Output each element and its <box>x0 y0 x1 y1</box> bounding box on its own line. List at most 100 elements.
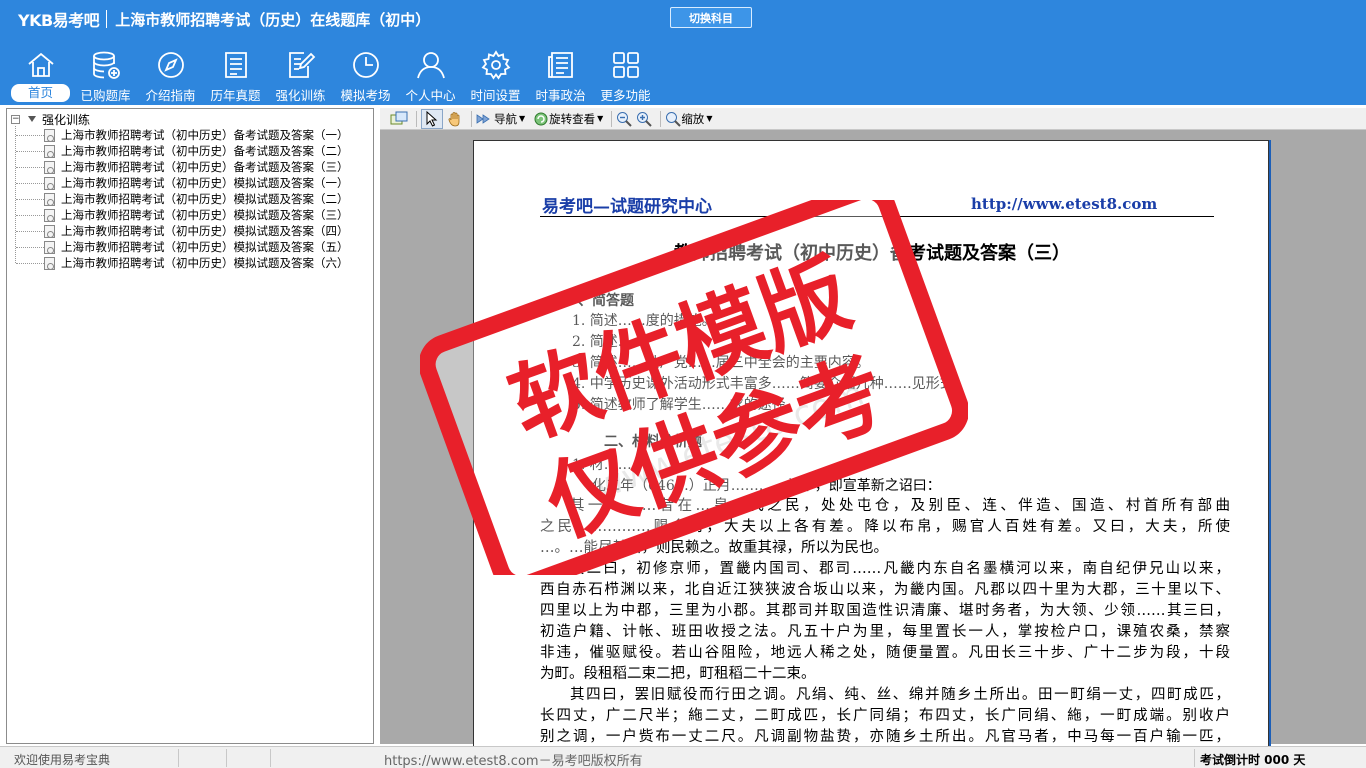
document-icon <box>44 192 55 206</box>
tree-root[interactable]: − 强化训练 <box>11 112 91 127</box>
hand-icon <box>448 111 460 126</box>
nav-past-papers[interactable]: 历年真题 <box>203 46 268 104</box>
document-icon <box>44 256 55 270</box>
document-icon <box>44 240 55 254</box>
nav-current-affairs[interactable]: 时事政治 <box>528 46 593 104</box>
tree-branch <box>16 246 44 248</box>
doc-header-rule <box>540 216 1214 217</box>
app-window: YKB易考吧 上海市教师招聘考试（历史）在线题库（初中） 切换科目 首页 已购题… <box>0 0 1366 768</box>
newspaper-icon <box>548 52 573 78</box>
tree-item-label: 上海市教师招聘考试（初中历史）模拟试题及答案（四） <box>61 224 349 238</box>
question-line: 5. 简述教师了解学生……求的途径。 <box>572 397 800 413</box>
switch-subject-button[interactable]: 切换科目 <box>670 7 752 28</box>
nav-home[interactable]: 首页 <box>8 46 73 104</box>
nav-current-affairs-label: 时事政治 <box>535 88 586 103</box>
material-body: 其一…，…昔在…皇…代之民，处处屯仓，及别臣、连、伴造、国造、村首所有部曲 之民… <box>540 496 1230 748</box>
tree-branch <box>16 166 44 168</box>
brand-divider <box>106 10 108 28</box>
text-line: 西自赤石栉渊以来，北自近江狭狭波合坂山以来，为畿内国。凡郡以四十里为大郡，三十里… <box>540 582 1230 598</box>
user-icon <box>417 52 445 79</box>
tree-item[interactable]: 上海市教师招聘考试（初中历史）备考试题及答案（一） <box>16 127 349 143</box>
home-icon <box>28 52 54 77</box>
material-intro: 化二年（646…）正月…………礼毕，即宣革新之诏曰： <box>592 478 941 494</box>
select-text-button[interactable] <box>390 109 408 129</box>
status-divider <box>226 749 227 767</box>
pointer-tool-button[interactable] <box>421 108 443 129</box>
hand-tool-button[interactable] <box>447 109 463 129</box>
status-divider <box>1194 749 1195 767</box>
text-line: 别之调，一户赀布一丈二尺。凡调副物盐贽，亦随乡土所出。凡官马者，中马每一百户输一… <box>540 729 1230 745</box>
dropdown-arrow-icon: ▼ <box>706 114 713 123</box>
document-page: 易考吧—试题研究中心 http://www.etest8.com 教师招聘考试（… <box>473 140 1269 760</box>
doc-title: 教师招聘考试（初中历史）备考试题及答案（三） <box>674 243 1070 264</box>
rotate-view-dropdown[interactable]: 旋转查看 ▼ <box>533 109 603 129</box>
edit-document-icon <box>289 52 316 78</box>
collapse-toggle-icon[interactable]: − <box>11 114 20 124</box>
tree-item-label: 上海市教师招聘考试（初中历史）备考试题及答案（二） <box>61 144 349 158</box>
tree-panel: − 强化训练 上海市教师招聘考试（初中历史）备考试题及答案（一） 上海市教师招聘… <box>6 108 374 744</box>
zoom-icon <box>666 111 682 127</box>
nav-purchased[interactable]: 已购题库 <box>73 46 138 104</box>
zoom-in-icon <box>637 111 653 127</box>
select-text-icon <box>390 111 408 124</box>
tree-item[interactable]: 上海市教师招聘考试（初中历史）模拟试题及答案（二） <box>16 191 349 207</box>
status-welcome: 欢迎使用易考宝典 <box>14 753 111 767</box>
navigation-icon <box>476 113 490 124</box>
zoom-out-button[interactable] <box>616 109 633 129</box>
text-line: 长四丈，广二尺半；絁二丈，二町成匹，长广同绢；布四丈，长广同绢、絁，一町成端。别… <box>540 708 1230 724</box>
database-icon <box>93 51 120 79</box>
text-line: 为町。段租稻二束二把，町租稻二十二束。 <box>540 666 816 682</box>
tree-item-label: 上海市教师招聘考试（初中历史）备考试题及答案（三） <box>61 160 349 174</box>
rotate-icon <box>534 112 548 125</box>
dropdown-arrow-icon: ▼ <box>519 114 526 123</box>
tree-branch <box>16 198 44 200</box>
tree-item[interactable]: 上海市教师招聘考试（初中历史）模拟试题及答案（四） <box>16 223 349 239</box>
tree-branch <box>16 150 44 152</box>
tree-item[interactable]: 上海市教师招聘考试（初中历史）模拟试题及答案（三） <box>16 207 349 223</box>
zoom-label: 缩放 <box>681 111 705 126</box>
document-icon <box>44 128 55 142</box>
doc-header-url: http://www.etest8.com <box>971 195 1158 213</box>
nav-more[interactable]: 更多功能 <box>593 46 658 104</box>
grid-icon <box>613 52 639 78</box>
section-heading: 二、材料分析题 <box>604 434 702 450</box>
document-icon <box>44 144 55 158</box>
tree-branch <box>16 134 44 136</box>
text-line: …。…能尽其治，则民赖之。故重其禄，所以为民也。 <box>540 540 888 556</box>
rotate-view-label: 旋转查看 <box>549 111 596 126</box>
zoom-in-button[interactable] <box>636 109 653 129</box>
toolbar-separator <box>471 110 472 127</box>
tree-item[interactable]: 上海市教师招聘考试（初中历史）模拟试题及答案（六） <box>16 255 349 271</box>
nav-training[interactable]: 强化训练 <box>268 46 333 104</box>
question-line: 2. 简述…… <box>572 334 646 350</box>
zoom-dropdown[interactable]: 缩放 ▼ <box>665 109 712 129</box>
tree-branch <box>16 182 44 184</box>
status-divider <box>178 749 179 767</box>
tree-item[interactable]: 上海市教师招聘考试（初中历史）备考试题及答案（三） <box>16 159 349 175</box>
dropdown-arrow-icon: ▼ <box>597 114 604 123</box>
nav-more-label: 更多功能 <box>600 88 651 103</box>
toolbar-separator <box>611 110 613 127</box>
app-title: 上海市教师招聘考试（历史）在线题库（初中） <box>115 10 431 29</box>
brand: YKB易考吧 上海市教师招聘考试（历史）在线题库（初中） <box>18 8 430 30</box>
tree-item[interactable]: 上海市教师招聘考试（初中历史）模拟试题及答案（五） <box>16 239 349 255</box>
text-line: 非违，催驱赋役。若山谷阻险，地远人稀之处，随便量置。凡田长三十步、广十二步为段，… <box>540 645 1230 661</box>
document-icon <box>44 224 55 238</box>
main-nav: 首页 已购题库 介绍指南 历年真题 强化训练 模拟考场 个人中心 时间设置 时事… <box>8 46 658 104</box>
nav-profile[interactable]: 个人中心 <box>398 46 463 104</box>
nav-time-settings[interactable]: 时间设置 <box>463 46 528 104</box>
tree-item[interactable]: 上海市教师招聘考试（初中历史）备考试题及答案（二） <box>16 143 349 159</box>
question-line: 4. 中学历史课外活动形式丰富多……简要介绍几种……见形式。 <box>572 376 968 392</box>
nav-mock-exam[interactable]: 模拟考场 <box>333 46 398 104</box>
viewer-toolbar: 导航 ▼ 旋转查看 ▼ 缩放 ▼ <box>380 108 1366 130</box>
tree-root-label: 强化训练 <box>42 112 91 127</box>
tree-item[interactable]: 上海市教师招聘考试（初中历史）模拟试题及答案（一） <box>16 175 349 191</box>
navigation-dropdown[interactable]: 导航 ▼ <box>476 109 525 129</box>
tree-item-label: 上海市教师招聘考试（初中历史）模拟试题及答案（五） <box>61 240 349 254</box>
nav-purchased-label: 已购题库 <box>80 88 131 103</box>
exam-countdown: 考试倒计时 000 天 <box>1200 753 1306 767</box>
navigation-label: 导航 <box>494 111 517 126</box>
toolbar-separator <box>660 110 662 127</box>
clock-icon <box>353 52 379 78</box>
nav-guide[interactable]: 介绍指南 <box>138 46 203 104</box>
